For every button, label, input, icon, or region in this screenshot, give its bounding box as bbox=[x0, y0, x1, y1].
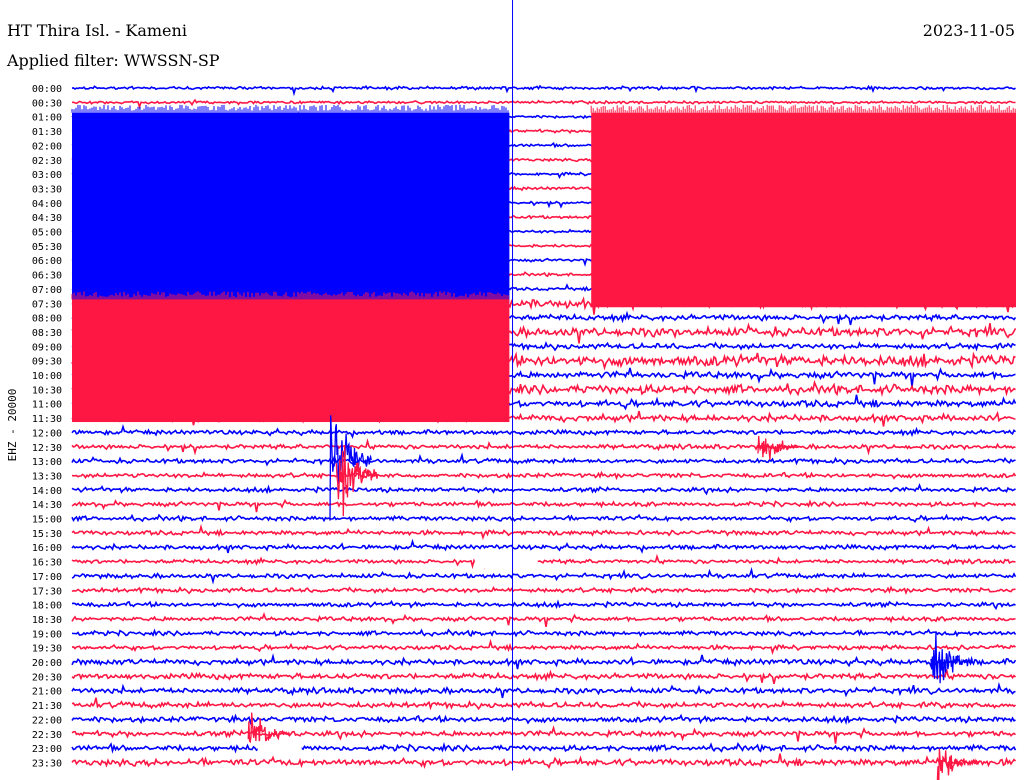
saturated-block-edge bbox=[71, 104, 509, 113]
trace-row bbox=[71, 438, 1016, 456]
trace-row bbox=[71, 498, 1017, 513]
time-label: 13:00 bbox=[32, 457, 62, 468]
data-gap bbox=[474, 554, 538, 569]
time-label: 14:00 bbox=[32, 486, 62, 497]
time-label: 19:00 bbox=[32, 629, 62, 640]
trace-row bbox=[71, 553, 1016, 570]
trace-row bbox=[71, 599, 1016, 611]
time-label: 14:30 bbox=[32, 500, 62, 511]
trace-row bbox=[71, 669, 1017, 684]
trace-row bbox=[71, 681, 1016, 699]
trace-row bbox=[71, 470, 1017, 481]
time-label: 01:30 bbox=[32, 127, 62, 138]
time-label: 10:00 bbox=[32, 371, 62, 382]
time-label: 04:00 bbox=[32, 199, 62, 210]
time-label: 20:00 bbox=[32, 658, 62, 669]
time-label: 12:30 bbox=[32, 443, 62, 454]
saturated-block bbox=[72, 112, 510, 308]
time-label: 11:00 bbox=[32, 400, 62, 411]
time-label: 22:30 bbox=[32, 730, 62, 741]
time-label: 03:30 bbox=[32, 184, 62, 195]
time-label: 00:30 bbox=[32, 98, 62, 109]
trace-row bbox=[71, 612, 1016, 628]
time-label: 13:30 bbox=[32, 471, 62, 482]
trace-row bbox=[71, 566, 1017, 585]
time-label: 21:00 bbox=[32, 687, 62, 698]
time-label: 06:00 bbox=[32, 256, 62, 267]
time-label: 11:30 bbox=[32, 414, 62, 425]
event-bursts bbox=[247, 415, 980, 780]
time-label: 01:00 bbox=[32, 113, 62, 124]
time-label: 23:30 bbox=[32, 758, 62, 769]
trace-row bbox=[71, 725, 1017, 744]
trace-row bbox=[71, 585, 1016, 596]
trace-row bbox=[71, 513, 1016, 524]
trace-row bbox=[71, 713, 1016, 726]
saturated-block bbox=[72, 299, 510, 423]
trace-row bbox=[71, 98, 1016, 110]
time-label: 18:00 bbox=[32, 601, 62, 612]
time-label: 15:30 bbox=[32, 529, 62, 540]
time-label: 12:00 bbox=[32, 428, 62, 439]
time-label: 10:30 bbox=[32, 385, 62, 396]
trace-row bbox=[71, 741, 1017, 754]
saturated-block bbox=[591, 112, 1016, 308]
event-burst bbox=[936, 748, 980, 780]
time-label: 21:30 bbox=[32, 701, 62, 712]
event-burst bbox=[247, 712, 291, 745]
time-labels: 00:00 00:30 01:00 01:30 02:00 02:30 03:00 03:30… bbox=[32, 84, 62, 769]
time-label: 07:00 bbox=[32, 285, 62, 296]
saturated-blocks bbox=[71, 104, 1016, 423]
trace-row bbox=[71, 482, 1016, 496]
trace-row bbox=[71, 753, 1017, 770]
helicorder-plot: EHZ - 20000 00:00 00:30 01:00 01:30 02:00 02:… bbox=[6, 0, 1017, 780]
trace-row bbox=[71, 538, 1016, 554]
time-label: 16:00 bbox=[32, 543, 62, 554]
time-label: 02:00 bbox=[32, 141, 62, 152]
time-label: 20:30 bbox=[32, 672, 62, 683]
trace-row bbox=[71, 523, 1016, 541]
trace-row bbox=[71, 84, 1016, 97]
time-label: 02:30 bbox=[32, 156, 62, 167]
time-label: 09:00 bbox=[32, 342, 62, 353]
time-label: 00:00 bbox=[32, 84, 62, 95]
trace-row bbox=[71, 653, 1017, 671]
time-label: 08:00 bbox=[32, 314, 62, 325]
time-label: 16:30 bbox=[32, 558, 62, 569]
time-label: 07:30 bbox=[32, 299, 62, 310]
time-label: 17:30 bbox=[32, 586, 62, 597]
trace-row bbox=[71, 628, 1017, 638]
time-label: 22:00 bbox=[32, 715, 62, 726]
y-axis-label: EHZ - 20000 bbox=[6, 389, 19, 462]
time-label: 23:00 bbox=[32, 744, 62, 755]
trace-row bbox=[71, 697, 1017, 711]
data-gaps bbox=[257, 554, 538, 756]
time-label: 08:30 bbox=[32, 328, 62, 339]
time-label: 19:30 bbox=[32, 644, 62, 655]
time-label: 05:00 bbox=[32, 228, 62, 239]
trace-row bbox=[71, 423, 1017, 440]
time-label: 05:30 bbox=[32, 242, 62, 253]
trace-row bbox=[71, 452, 1016, 467]
time-label: 09:30 bbox=[32, 357, 62, 368]
data-gap bbox=[257, 741, 302, 756]
time-label: 03:00 bbox=[32, 170, 62, 181]
trace-row bbox=[71, 638, 1017, 655]
time-label: 04:30 bbox=[32, 213, 62, 224]
time-label: 06:30 bbox=[32, 271, 62, 282]
saturated-block-edge bbox=[590, 104, 1016, 113]
time-label: 15:00 bbox=[32, 515, 62, 526]
time-label: 18:30 bbox=[32, 615, 62, 626]
time-label: 17:00 bbox=[32, 572, 62, 583]
